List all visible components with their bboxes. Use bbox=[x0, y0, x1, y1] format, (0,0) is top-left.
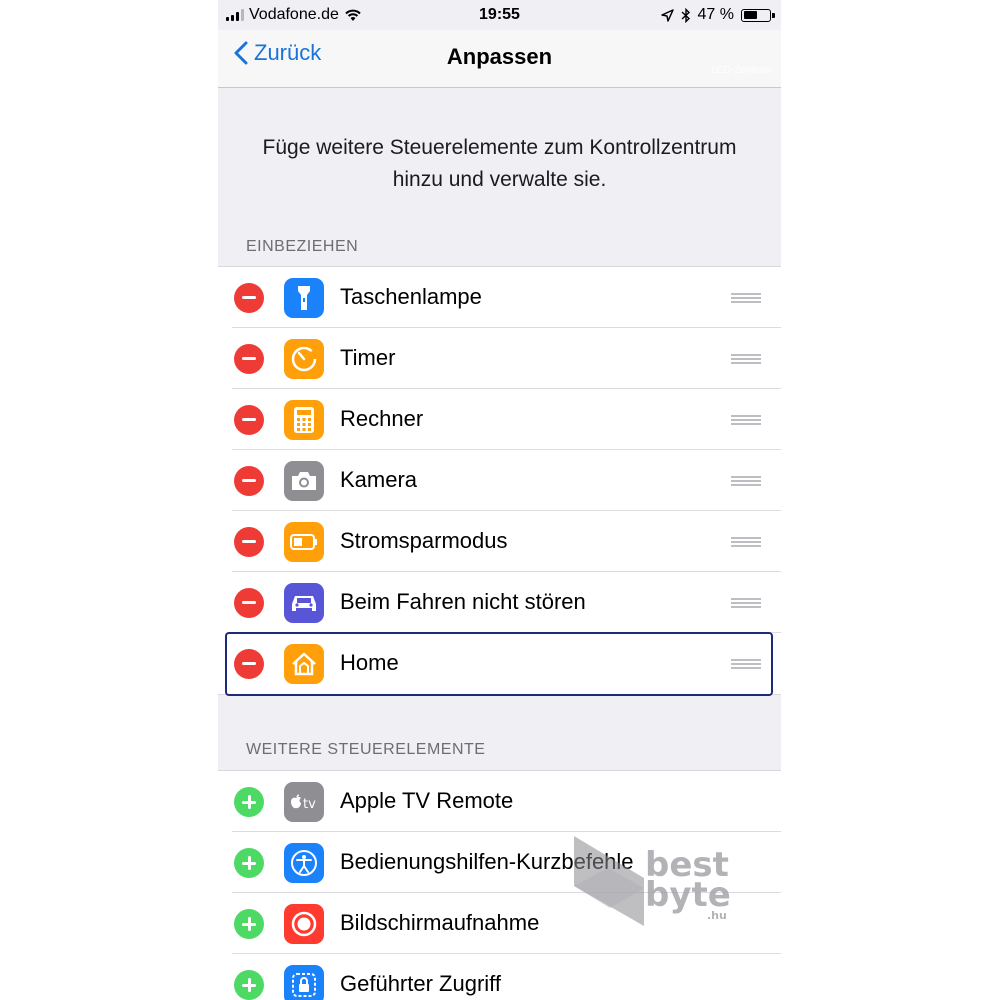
list-item: Geführter Zugriff bbox=[218, 954, 781, 1000]
apple-tv-icon: tv bbox=[284, 782, 324, 822]
list-item: Beim Fahren nicht stören bbox=[218, 572, 781, 633]
camera-icon bbox=[284, 461, 324, 501]
car-icon bbox=[284, 583, 324, 623]
list-item-label: Beim Fahren nicht stören bbox=[340, 589, 586, 614]
remove-button[interactable] bbox=[234, 649, 264, 679]
status-right: 47 % bbox=[660, 6, 775, 24]
status-bar: Vodafone.de 19:55 47 % bbox=[218, 0, 781, 30]
location-arrow-icon bbox=[660, 8, 674, 22]
list-item-label: Rechner bbox=[340, 406, 424, 431]
list-item-label: Geführter Zugriff bbox=[340, 971, 501, 996]
add-button[interactable] bbox=[234, 970, 264, 1000]
guided-access-icon bbox=[284, 965, 324, 1000]
watermark-line2: byte bbox=[645, 875, 731, 915]
reorder-handle[interactable] bbox=[731, 598, 761, 608]
list-item-label: Stromsparmodus bbox=[340, 528, 508, 553]
battery-icon bbox=[741, 8, 775, 22]
list-item-label: Home bbox=[340, 650, 399, 675]
list-item-label: Kamera bbox=[340, 467, 418, 492]
list-item: Taschenlampe bbox=[218, 267, 781, 328]
reorder-handle[interactable] bbox=[731, 354, 761, 364]
add-button[interactable] bbox=[234, 909, 264, 939]
list-item: Timer bbox=[218, 328, 781, 389]
reorder-handle[interactable] bbox=[731, 293, 761, 303]
screen-record-icon bbox=[284, 904, 324, 944]
list-item: Home bbox=[218, 633, 781, 694]
remove-button[interactable] bbox=[234, 405, 264, 435]
remove-button[interactable] bbox=[234, 588, 264, 618]
remove-button[interactable] bbox=[234, 466, 264, 496]
bluetooth-icon bbox=[681, 7, 690, 23]
list-item-label: Timer bbox=[340, 345, 396, 370]
section-header-included: EINBEZIEHEN bbox=[246, 238, 359, 255]
list-item-label: Apple TV Remote bbox=[340, 788, 514, 813]
list-item: Rechner bbox=[218, 389, 781, 450]
add-button[interactable] bbox=[234, 787, 264, 817]
reorder-handle[interactable] bbox=[731, 415, 761, 425]
flashlight-icon bbox=[284, 278, 324, 318]
battery-percent: 47 % bbox=[697, 6, 734, 23]
reorder-handle[interactable] bbox=[731, 476, 761, 486]
battery-icon bbox=[284, 522, 324, 562]
bestbyte-watermark: best byte .hu bbox=[645, 848, 731, 922]
add-button[interactable] bbox=[234, 848, 264, 878]
list-item: Stromsparmodus bbox=[218, 511, 781, 572]
remove-button[interactable] bbox=[234, 527, 264, 557]
intro-text: Füge weitere Steuerelemente zum Kontroll… bbox=[262, 136, 737, 191]
home-icon bbox=[284, 644, 324, 684]
page-title: Anpassen bbox=[446, 44, 553, 69]
remove-button[interactable] bbox=[234, 344, 264, 374]
overlay-watermark-text: LED-Zentrum bbox=[710, 65, 771, 76]
list-item-label: Taschenlampe bbox=[340, 284, 482, 309]
section-header-more: WEITERE STEUERELEMENTE bbox=[246, 741, 486, 758]
list-item: tv Apple TV Remote bbox=[218, 771, 781, 832]
navigation-bar: Zurück Anpassen LED-Zentrum bbox=[218, 30, 781, 88]
remove-button[interactable] bbox=[234, 283, 264, 313]
accessibility-icon bbox=[284, 843, 324, 883]
list-item-label: Bildschirmaufnahme bbox=[340, 910, 540, 935]
apple-tv-icon-text: tv bbox=[303, 797, 316, 810]
reorder-handle[interactable] bbox=[731, 537, 761, 547]
timer-icon bbox=[284, 339, 324, 379]
list-item: Kamera bbox=[218, 450, 781, 511]
calculator-icon bbox=[284, 400, 324, 440]
included-list: Taschenlampe Timer Rechner Kamera Stroms… bbox=[218, 266, 781, 695]
reorder-handle[interactable] bbox=[731, 659, 761, 669]
